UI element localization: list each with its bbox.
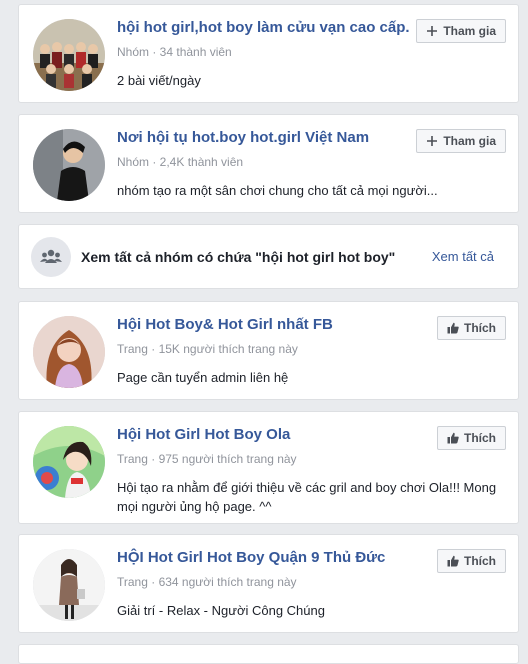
group-meta: Nhóm · 34 thành viên <box>117 45 232 59</box>
see-all-groups-card[interactable]: Xem tất cả nhóm có chứa "hội hot girl ho… <box>18 224 519 289</box>
page-meta: Trang · 15K người thích trang này <box>117 342 298 356</box>
group-result-card: Nơi hội tụ hot.boy hot.girl Việt Nam Nhó… <box>18 114 519 213</box>
join-button-label: Tham gia <box>443 134 496 148</box>
group-name-link[interactable]: Nơi hội tụ hot.boy hot.girl Việt Nam <box>117 129 369 146</box>
group-name-link[interactable]: hội hot girl,hot boy làm cửu vạn cao cấp… <box>117 19 410 36</box>
woman-photo-icon <box>33 549 105 621</box>
group-avatar[interactable] <box>33 19 105 91</box>
page-meta: Trang · 975 người thích trang này <box>117 452 297 466</box>
page-name-link[interactable]: Hội Hot Boy& Hot Girl nhất FB <box>117 316 333 333</box>
page-result-card: Hội Hot Girl Hot Boy Ola Trang · 975 ngư… <box>18 411 519 524</box>
group-icon <box>31 237 71 277</box>
group-description: 2 bài viết/ngày <box>117 73 201 88</box>
see-all-groups-link[interactable]: Xem tất cả <box>432 249 494 264</box>
see-all-groups-text: Xem tất cả nhóm có chứa "hội hot girl ho… <box>81 249 396 265</box>
page-avatar[interactable] <box>33 549 105 621</box>
plus-icon <box>426 135 438 147</box>
like-page-button[interactable]: Thích <box>437 316 506 340</box>
thumbs-up-icon <box>447 322 459 334</box>
search-results-feed: hội hot girl,hot boy làm cửu vạn cao cấp… <box>0 0 528 664</box>
group-result-card: hội hot girl,hot boy làm cửu vạn cao cấp… <box>18 4 519 103</box>
girl-photo-icon <box>33 316 105 388</box>
anime-photo-icon <box>33 426 105 498</box>
plus-icon <box>426 25 438 37</box>
page-description: Page cần tuyển admin liên hệ <box>117 370 289 385</box>
page-result-card: Hội Hot Boy& Hot Girl nhất FB Trang · 15… <box>18 301 519 400</box>
group-meta: Nhóm · 2,4K thành viên <box>117 155 244 169</box>
like-page-button[interactable]: Thích <box>437 426 506 450</box>
join-group-button[interactable]: Tham gia <box>416 19 506 43</box>
page-result-card: HỘI Hot Girl Hot Boy Quận 9 Thủ Đức Tran… <box>18 534 519 633</box>
page-description: Hội tạo ra nhằm để giới thiệu về các gri… <box>117 480 497 514</box>
group-avatar[interactable] <box>33 129 105 201</box>
page-description: Giải trí - Relax - Người Công Chúng <box>117 603 325 618</box>
group-photo-icon <box>33 19 105 91</box>
join-group-button[interactable]: Tham gia <box>416 129 506 153</box>
like-page-button[interactable]: Thích <box>437 549 506 573</box>
thumbs-up-icon <box>447 432 459 444</box>
page-avatar[interactable] <box>33 316 105 388</box>
thumbs-up-icon <box>447 555 459 567</box>
person-photo-icon <box>33 129 105 201</box>
like-button-label: Thích <box>464 431 496 445</box>
like-button-label: Thích <box>464 321 496 335</box>
group-description: nhóm tạo ra một sân chơi chung cho tất c… <box>117 183 438 198</box>
page-meta: Trang · 634 người thích trang này <box>117 575 297 589</box>
join-button-label: Tham gia <box>443 24 496 38</box>
page-name-link[interactable]: HỘI Hot Girl Hot Boy Quận 9 Thủ Đức <box>117 549 385 566</box>
like-button-label: Thích <box>464 554 496 568</box>
page-name-link[interactable]: Hội Hot Girl Hot Boy Ola <box>117 426 290 443</box>
page-result-card <box>18 644 519 664</box>
page-avatar[interactable] <box>33 426 105 498</box>
